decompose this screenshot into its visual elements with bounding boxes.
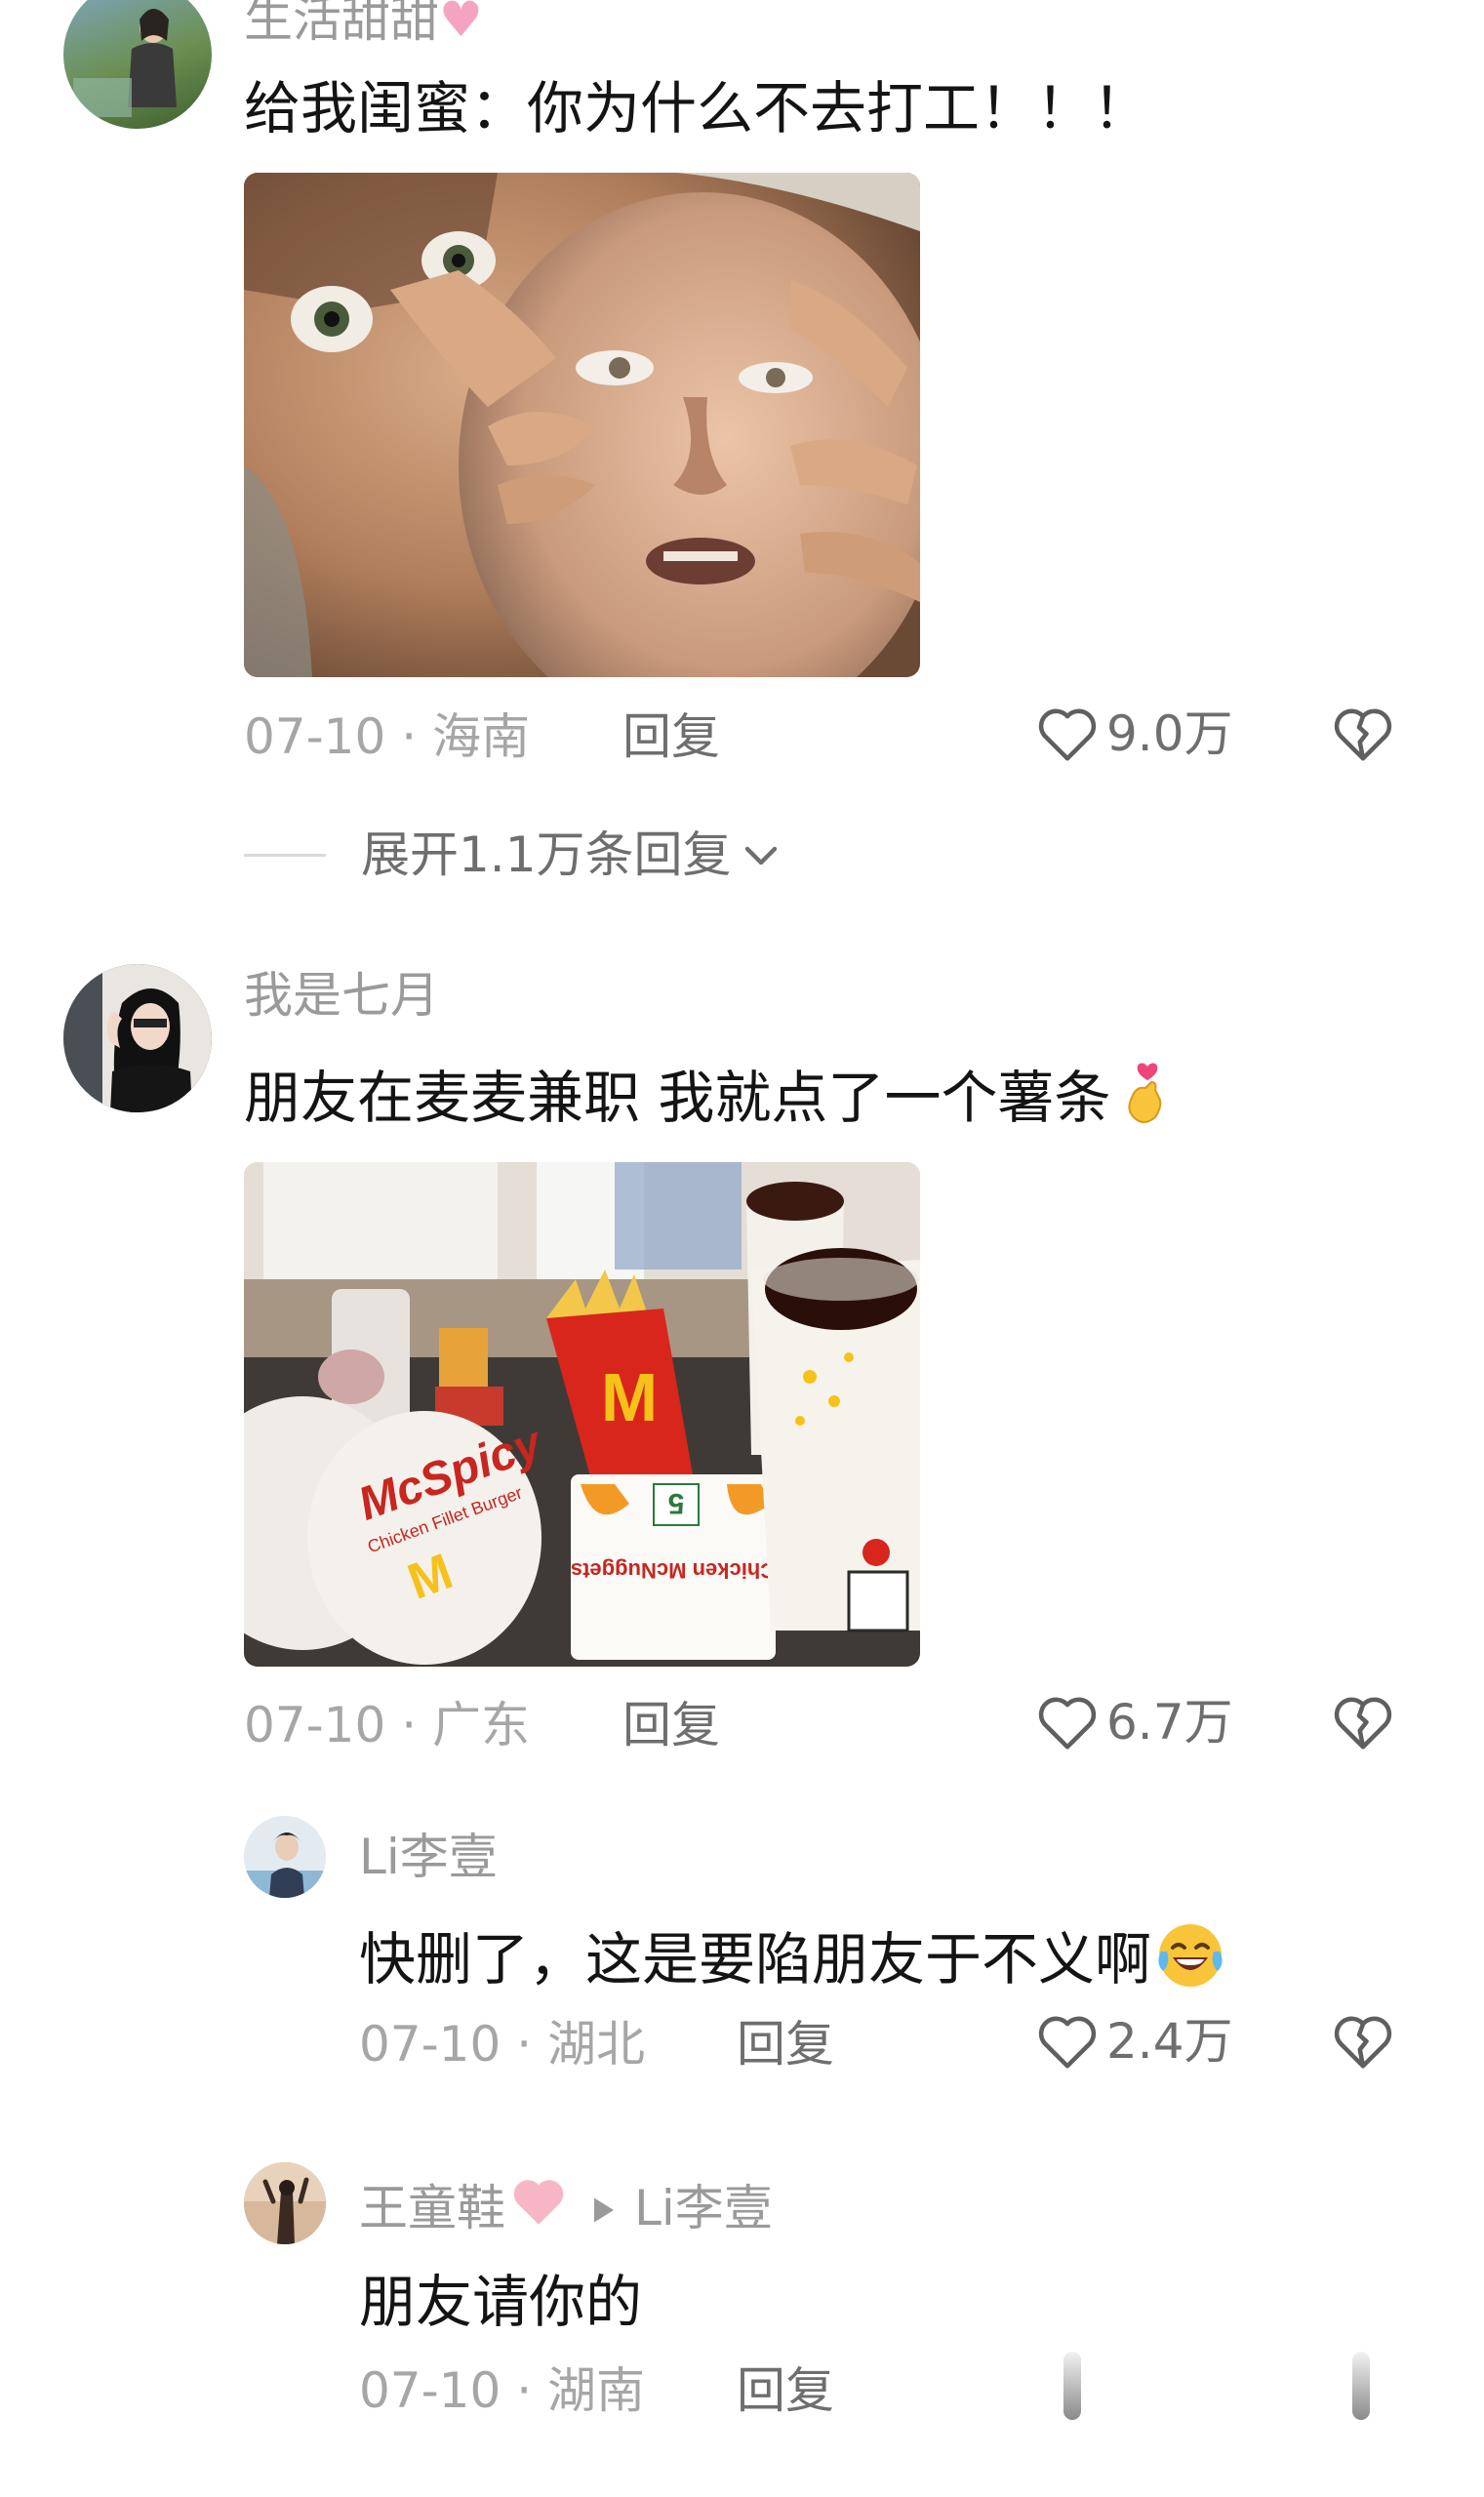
- broken-heart-icon: [1334, 2016, 1392, 2069]
- like-button[interactable]: 9.0万: [1036, 705, 1233, 763]
- username[interactable]: 王童鞋: [359, 2179, 505, 2237]
- reply-button[interactable]: 回复: [737, 2361, 834, 2420]
- heart-outline-icon: [1038, 708, 1097, 761]
- username[interactable]: 我是七月: [244, 966, 439, 1025]
- heart-outline-icon: [1038, 1697, 1097, 1750]
- broken-heart-icon: [1334, 1697, 1392, 1750]
- comment-text: 给我闺蜜：你为什么不去打工！！！: [244, 75, 1150, 141]
- reply-text: 朋友请你的: [359, 2269, 643, 2335]
- like-count: 2.4万: [1106, 2013, 1233, 2070]
- broken-heart-icon: [1334, 708, 1392, 761]
- comment-date-location: 07-10 · 广东: [244, 1697, 531, 1753]
- comment-date-location: 07-10 · 海南: [244, 708, 531, 765]
- reply-text: 快删了，这是要陷朋友于不义啊: [359, 1920, 1225, 2006]
- reply-button[interactable]: 回复: [622, 1696, 720, 1754]
- avatar[interactable]: [244, 2162, 326, 2244]
- nuggets-label: Chicken McNuggets: [571, 1558, 776, 1583]
- divider-line: [244, 853, 326, 857]
- like-count: 6.7万: [1106, 1694, 1233, 1751]
- finger-heart-emoji-icon: [1116, 1059, 1175, 1145]
- reply-date-location: 07-10 · 湖南: [359, 2362, 646, 2419]
- like-button[interactable]: 6.7万: [1036, 1693, 1233, 1752]
- like-count: 9.0万: [1106, 705, 1233, 762]
- heart-outline-icon: [1038, 2016, 1097, 2069]
- username-line: 王童鞋 Li李壹: [359, 2174, 773, 2241]
- chevron-down-icon: [744, 846, 777, 866]
- reply-button[interactable]: 回复: [622, 707, 720, 766]
- like-button[interactable]: 2.4万: [1036, 2012, 1233, 2071]
- scroll-indicator-right: [1352, 2352, 1370, 2420]
- dislike-button[interactable]: [1332, 2012, 1394, 2074]
- comment-text: 朋友在麦麦兼职 我就点了一个薯条: [244, 1059, 1175, 1145]
- comment-image[interactable]: McSpicy Chicken Fillet Burger M M 5 Chic…: [244, 1162, 920, 1667]
- reply-button[interactable]: 回复: [737, 2015, 834, 2074]
- laughing-crying-emoji-icon: [1155, 1920, 1225, 2006]
- reply-arrow-icon: [591, 2179, 617, 2237]
- heart-emoji-icon: ♥: [439, 0, 483, 48]
- mcd-logo-fries: M: [601, 1359, 658, 1435]
- avatar[interactable]: [244, 1816, 326, 1898]
- scroll-indicator-left: [1063, 2352, 1081, 2420]
- expand-replies-button[interactable]: 展开1.1万条回复: [244, 826, 784, 884]
- dislike-button[interactable]: [1332, 1693, 1394, 1755]
- avatar[interactable]: [63, 964, 212, 1112]
- username[interactable]: Li李壹: [359, 1828, 498, 1886]
- heart-emoji-icon: [509, 2174, 568, 2241]
- fries-number: 5: [668, 1487, 685, 1519]
- dislike-button[interactable]: [1332, 705, 1394, 767]
- avatar[interactable]: [63, 0, 212, 129]
- reply-to-username[interactable]: Li李壹: [634, 2179, 773, 2237]
- comment-image[interactable]: [244, 173, 920, 677]
- reply-date-location: 07-10 · 湖北: [359, 2016, 646, 2073]
- username[interactable]: 生活甜甜♥: [244, 0, 483, 49]
